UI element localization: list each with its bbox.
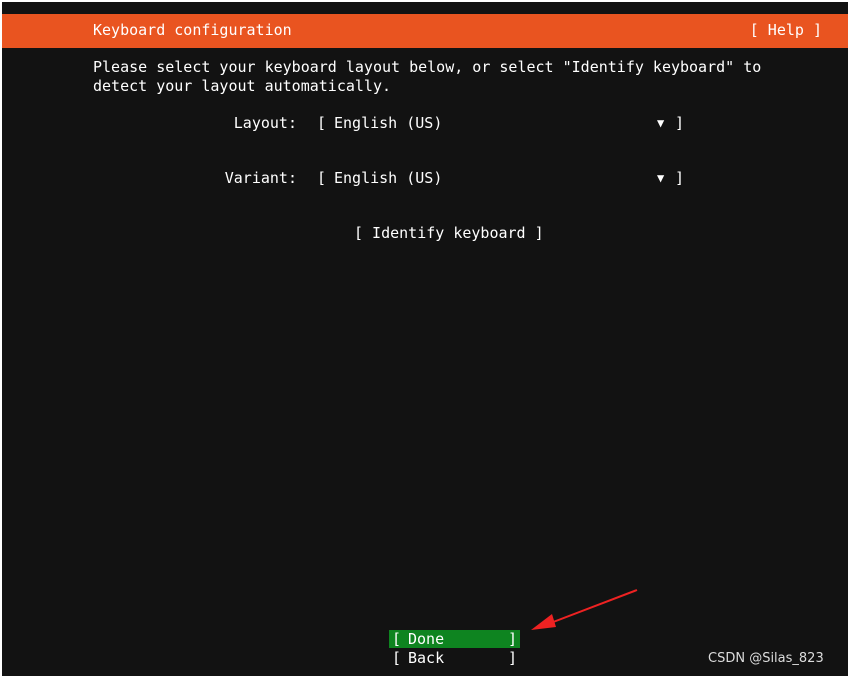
done-bracket-open: [	[392, 630, 402, 648]
variant-value: English (US)	[334, 169, 443, 187]
back-label: Back	[408, 649, 445, 667]
layout-bracket-close: ]	[675, 114, 685, 132]
layout-label: Layout:	[233, 114, 297, 132]
done-label: Done	[408, 630, 445, 648]
back-bracket-close: ]	[507, 649, 517, 667]
layout-bracket-open: [	[317, 114, 327, 132]
help-button[interactable]: [ Help ]	[750, 21, 822, 39]
triangle-down-icon: ▼	[657, 116, 665, 130]
instructions-text: Please select your keyboard layout below…	[93, 58, 762, 95]
back-button[interactable]: [ Back ]	[389, 649, 520, 667]
identify-keyboard-button[interactable]: [ Identify keyboard ]	[354, 224, 544, 242]
variant-bracket-open: [	[317, 169, 327, 187]
back-bracket-open: [	[392, 649, 402, 667]
page-title: Keyboard configuration	[93, 21, 292, 39]
done-bracket-close: ]	[507, 630, 517, 648]
variant-bracket-close: ]	[675, 169, 685, 187]
installer-screen: Keyboard configuration [ Help ] Please s…	[2, 2, 848, 676]
triangle-down-icon: ▼	[657, 171, 665, 185]
layout-value: English (US)	[334, 114, 443, 132]
variant-label: Variant:	[224, 169, 297, 187]
watermark: CSDN @Silas_823	[708, 651, 824, 666]
header-bar: Keyboard configuration [ Help ]	[2, 14, 848, 48]
done-button[interactable]: [ Done ]	[389, 630, 520, 648]
